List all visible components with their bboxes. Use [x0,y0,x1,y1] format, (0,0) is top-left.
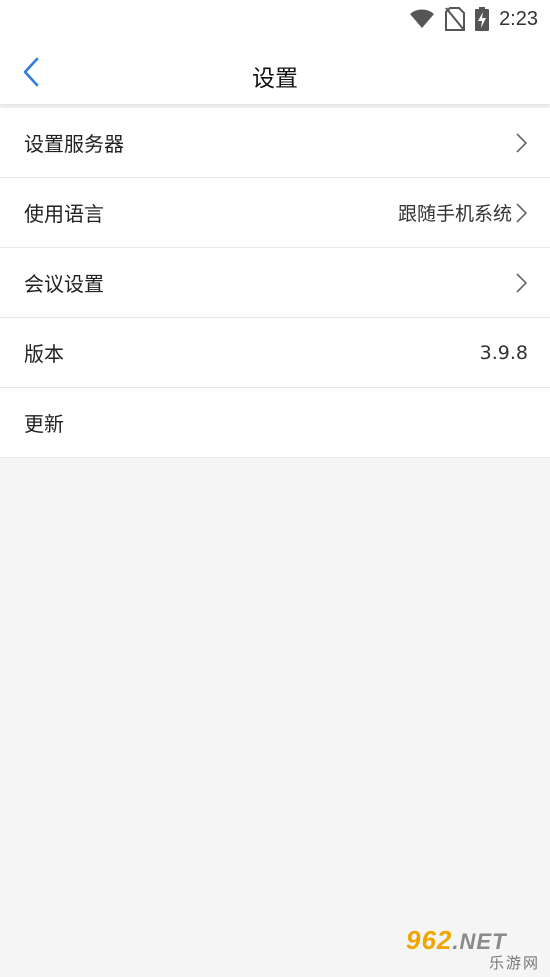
settings-item-label: 设置服务器 [24,132,124,156]
settings-item-update[interactable]: 更新 [0,388,550,458]
settings-item-meeting[interactable]: 会议设置 [0,248,550,318]
settings-item-value: 跟随手机系统 [397,203,512,225]
status-time: 2:23 [499,7,538,30]
settings-item-label: 会议设置 [24,272,104,296]
chevron-right-icon [514,202,528,224]
chevron-left-icon [23,57,39,87]
wifi-icon [409,9,435,29]
settings-item-label: 使用语言 [24,202,104,226]
back-button[interactable] [14,55,48,89]
chevron-right-icon [514,132,528,154]
watermark-subtitle: 乐游网 [488,954,540,972]
settings-item-language[interactable]: 使用语言 跟随手机系统 [0,178,550,248]
page-title: 设置 [252,66,298,92]
settings-item-label: 版本 [24,342,64,366]
chevron-right-icon [514,272,528,294]
settings-item-label: 更新 [24,412,64,436]
version-value: 3.9.8 [479,341,528,364]
settings-list: 设置服务器 使用语言 跟随手机系统 会议设置 版本 3.9.8 更新 [0,108,550,458]
no-sim-icon [445,7,466,31]
battery-charging-icon [475,7,490,31]
app-bar: 设置 [0,38,550,104]
settings-item-server[interactable]: 设置服务器 [0,108,550,178]
watermark-logo: 962.NET 乐游网 [406,925,542,973]
status-bar: 2:23 [0,0,550,38]
settings-item-version: 版本 3.9.8 [0,318,550,388]
